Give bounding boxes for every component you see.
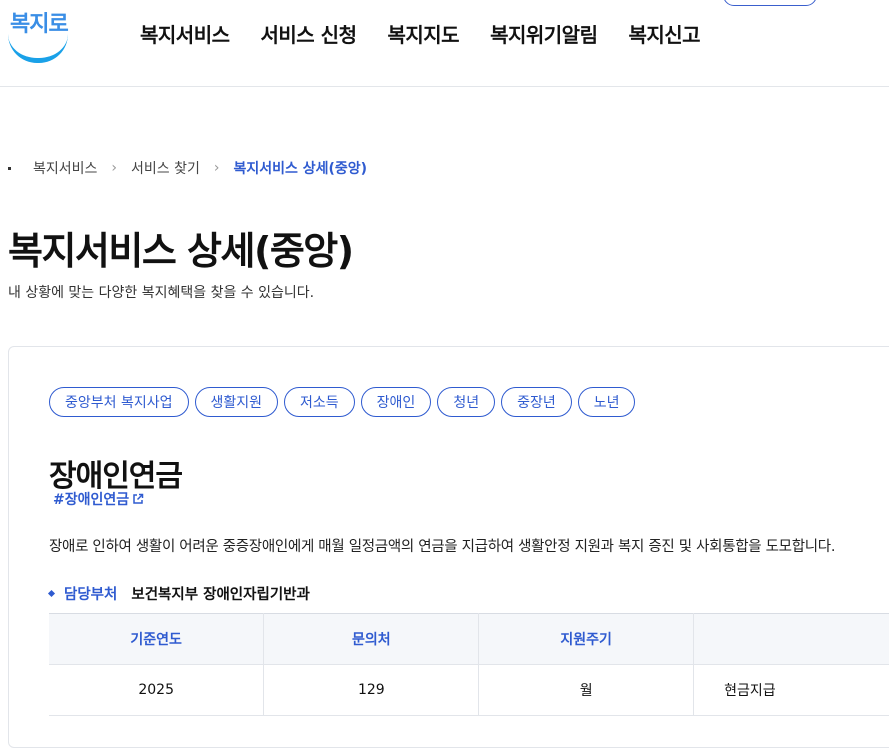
hashtag-label: #장애인연금 bbox=[53, 492, 130, 508]
header-contact: 문의처 bbox=[263, 613, 480, 665]
tag-living-support[interactable]: 생활지원 bbox=[194, 387, 279, 417]
main-nav: 복지서비스 서비스 신청 복지지도 복지위기알림 복지신고 bbox=[140, 19, 731, 48]
cell-base-year: 2025 bbox=[49, 664, 265, 716]
header-base-year: 기준연도 bbox=[49, 613, 265, 665]
cell-contact: 129 bbox=[263, 664, 480, 716]
tag-low-income[interactable]: 저소득 bbox=[284, 387, 355, 417]
tag-senior[interactable]: 노년 bbox=[577, 387, 636, 417]
site-header: 복지로 복지서비스 서비스 신청 복지지도 복지위기알림 복지신고 bbox=[0, 0, 889, 87]
cell-support-type: 현금지급 bbox=[693, 664, 889, 716]
breadcrumb-item-current: 복지서비스 상세(중앙) bbox=[233, 161, 368, 177]
nav-service-apply[interactable]: 서비스 신청 bbox=[261, 19, 357, 48]
tag-youth[interactable]: 청년 bbox=[437, 387, 496, 417]
service-hashtag-link[interactable]: #장애인연금 bbox=[53, 489, 144, 509]
header-support-type bbox=[693, 613, 889, 665]
external-link-icon bbox=[133, 493, 144, 504]
tag-disabled[interactable]: 장애인 bbox=[360, 387, 432, 417]
tag-list: 중앙부처 복지사업 생활지원 저소득 장애인 청년 중장년 노년 bbox=[49, 387, 636, 417]
breadcrumb-item-welfare-service[interactable]: 복지서비스 bbox=[33, 158, 97, 178]
nav-welfare-report[interactable]: 복지신고 bbox=[628, 19, 700, 48]
logo-smile-arc bbox=[8, 34, 68, 63]
breadcrumb-item-service-search[interactable]: 서비스 찾기 bbox=[131, 158, 200, 178]
tag-central-ministry[interactable]: 중앙부처 복지사업 bbox=[49, 387, 189, 417]
service-description: 장애로 인하여 생활이 어려운 중증장애인에게 매월 일정금액의 연금을 지급하… bbox=[49, 539, 836, 555]
nav-welfare-map[interactable]: 복지지도 bbox=[387, 19, 459, 48]
department-row: 담당부처 보건복지부 장애인자립기반과 bbox=[47, 583, 310, 604]
page-title: 복지서비스 상세(중앙) bbox=[8, 229, 354, 273]
bokjiro-logo[interactable]: 복지로 bbox=[6, 2, 70, 63]
chevron-right-icon: › bbox=[111, 160, 118, 176]
department-label: 담당부처 bbox=[64, 587, 118, 603]
service-detail-card: 중앙부처 복지사업 생활지원 저소득 장애인 청년 중장년 노년 장애인연금 #… bbox=[8, 346, 889, 748]
diamond-bullet-icon bbox=[47, 589, 56, 598]
nav-welfare-service[interactable]: 복지서비스 bbox=[140, 19, 230, 48]
page-description: 내 상황에 맞는 다양한 복지혜택을 찾을 수 있습니다. bbox=[8, 285, 315, 301]
breadcrumb: 복지서비스 › 서비스 찾기 › 복지서비스 상세(중앙) bbox=[8, 158, 367, 178]
login-button[interactable] bbox=[723, 0, 817, 6]
nav-crisis-alert[interactable]: 복지위기알림 bbox=[490, 19, 598, 48]
header-support-cycle: 지원주기 bbox=[478, 613, 695, 665]
table-header-row: 기준연도 문의처 지원주기 bbox=[49, 613, 889, 665]
chevron-right-icon: › bbox=[213, 160, 220, 176]
table-row: 2025 129 월 현금지급 bbox=[49, 664, 889, 716]
cell-support-cycle: 월 bbox=[478, 664, 695, 716]
department-value: 보건복지부 장애인자립기반과 bbox=[131, 587, 310, 603]
service-info-table: 기준연도 문의처 지원주기 2025 129 월 현금지급 bbox=[49, 613, 889, 716]
tag-middle-age[interactable]: 중장년 bbox=[501, 387, 572, 417]
home-dot-icon bbox=[8, 166, 11, 170]
